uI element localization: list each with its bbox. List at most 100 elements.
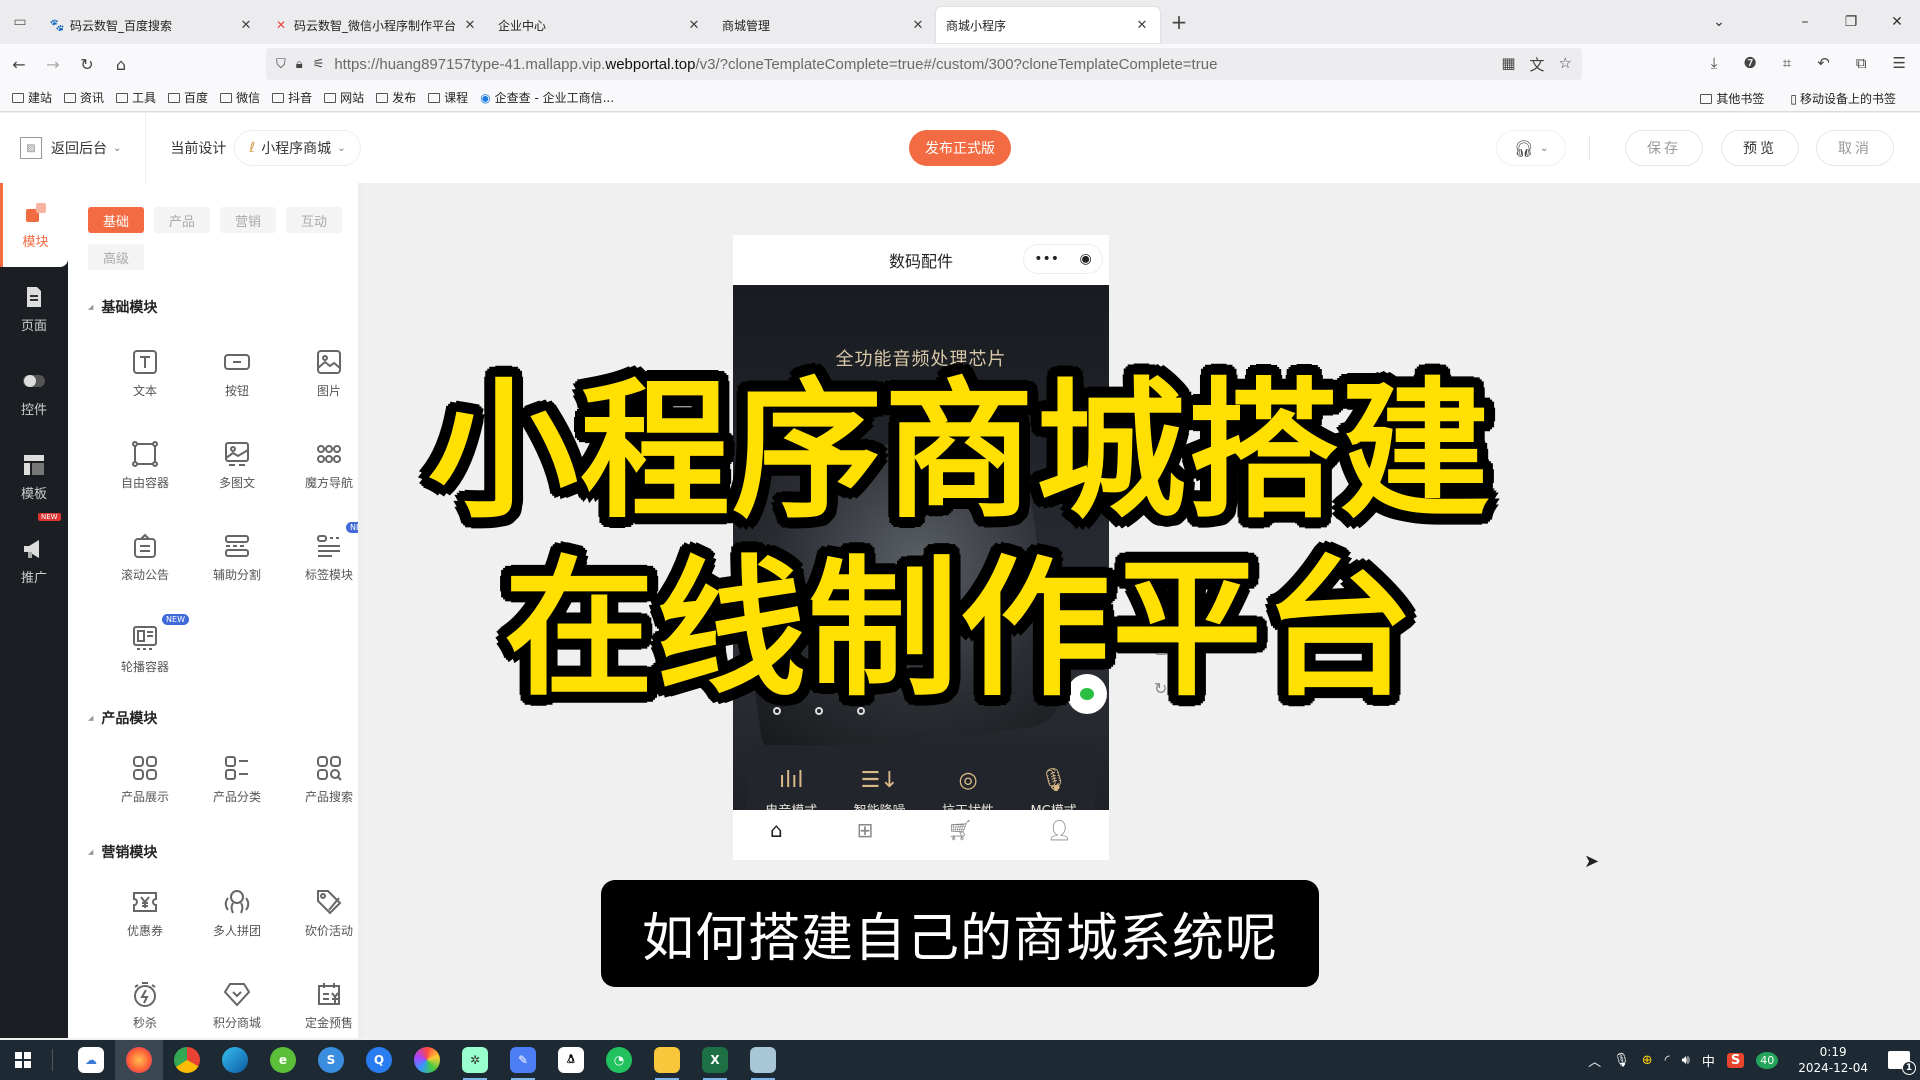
taskbar-app-edge[interactable] [211,1040,259,1080]
mobile-bookmarks[interactable]: ▯ 移动设备上的书签 [1790,90,1896,107]
battery-badge-icon[interactable]: 40 [1756,1051,1779,1069]
taskbar-app-wechat[interactable]: ◔ [595,1040,643,1080]
design-select[interactable]: ℓ 小程序商城 ⌄ [234,130,361,166]
close-tab-icon[interactable]: ✕ [238,18,254,33]
browser-tab[interactable]: 商城管理 ✕ [712,7,936,43]
bookmark-folder[interactable]: 课程 [428,89,468,106]
taskbar-app-photos[interactable] [403,1040,451,1080]
browser-tab[interactable]: ✕ 码云数智_微信小程序制作平台 ✕ [264,7,488,43]
forward-arrow-icon[interactable]: → [38,55,68,74]
user-icon[interactable]: 👤︎ [1047,818,1072,842]
module-group-buy[interactable]: 多人拼团 [191,888,283,958]
tab-list-button[interactable]: ▭ [0,0,40,44]
bookmark-folder[interactable]: 建站 [12,89,52,106]
tab-overflow-icon[interactable]: ⌄ [1696,14,1742,30]
browser-tab-active[interactable]: 商城小程序 ✕ [936,7,1160,43]
close-window-button[interactable]: ✕ [1874,14,1920,30]
undo-icon[interactable]: ↶ [1817,54,1830,72]
qr-code-icon[interactable]: ▦ [1501,54,1515,75]
bookmark-folder[interactable]: 网站 [324,89,364,106]
taskbar-app-quark[interactable]: Q [355,1040,403,1080]
bookmark-folder[interactable]: 资讯 [64,89,104,106]
back-to-admin-button[interactable]: ▨ 返回后台 ⌄ [20,137,121,159]
close-tab-icon[interactable]: ✕ [462,18,478,33]
publish-button[interactable]: 发布正式版 [909,130,1011,166]
rail-item-pages[interactable]: 页面 [0,267,68,351]
taskbar-app-baidu-netdisk[interactable]: ☁ [67,1040,115,1080]
url-text[interactable]: https://huang897157type-41.mallapp.vip.w… [334,56,1501,73]
bookmark-folder[interactable]: 工具 [116,89,156,106]
download-icon[interactable]: ⤓ [1711,54,1718,72]
customer-service-button[interactable]: 🎧︎ ⌄ [1496,130,1566,166]
tab-interaction[interactable]: 互动 [286,207,342,233]
section-title-basic[interactable]: ◢ 基础模块 [88,297,157,317]
show-hidden-icons-icon[interactable]: ︿ [1588,1051,1601,1070]
taskbar-app-sogou-browser[interactable]: S [307,1040,355,1080]
browser-tab[interactable]: 🐾 码云数智_百度搜索 ✕ [40,7,264,43]
tab-marketing[interactable]: 营销 [220,207,276,233]
site-permissions-icon[interactable]: ⚟ [313,57,325,72]
menu-icon[interactable]: ☰ [1893,54,1906,72]
extensions-icon[interactable]: ⧉ [1856,54,1867,72]
close-tab-icon[interactable]: ✕ [910,18,926,33]
restore-button[interactable]: ❐ [1828,14,1874,30]
preview-button[interactable]: 预览 [1721,130,1799,166]
home-icon[interactable]: ⌂ [106,55,136,74]
save-button[interactable]: 保存 [1625,130,1703,166]
taskbar-app-chrome[interactable] [163,1040,211,1080]
collapse-triangle-icon: ◢ [88,303,94,311]
home-icon[interactable]: ⌂ [770,818,783,842]
cart-icon[interactable]: 🛒︎ [947,818,972,842]
section-title-marketing[interactable]: ◢ 营销模块 [88,842,157,862]
clock[interactable]: 0:19 2024-12-04 [1798,1044,1868,1076]
taskbar-app-file-explorer[interactable] [643,1040,691,1080]
minimize-button[interactable]: – [1782,14,1828,30]
taskbar-app-360-browser[interactable]: e [259,1040,307,1080]
tab-product[interactable]: 产品 [154,207,210,233]
screenshot-crop-icon[interactable]: ⌗ [1783,54,1791,72]
url-input[interactable]: ⛉ 🔒︎ ⚟ https://huang897157type-41.mallap… [266,48,1582,80]
translate-icon[interactable]: 文 [1530,54,1545,75]
module-coupon[interactable]: 优惠券 [99,888,191,958]
module-product-display[interactable]: 产品展示 [99,754,191,824]
close-target-icon[interactable]: ◉ [1080,251,1092,267]
taskbar-app-feishu[interactable]: ✎ [499,1040,547,1080]
notification-center-icon[interactable]: 1 [1888,1051,1916,1075]
microphone-icon[interactable]: 🎙︎ [1613,1053,1630,1068]
ime-indicator[interactable]: 中 [1702,1051,1715,1070]
reload-icon[interactable]: ↻ [72,55,102,74]
volume-icon[interactable]: 🔊︎ [1682,1053,1690,1068]
lock-icon[interactable]: 🔒︎ [296,57,303,72]
browser-tab[interactable]: 企业中心 ✕ [488,7,712,43]
shield-icon[interactable]: ⛉ [276,57,286,72]
more-dots-icon[interactable]: ••• [1034,251,1059,267]
wifi-icon[interactable]: ◜ [1665,1053,1670,1068]
rail-item-modules[interactable]: 模块 [0,183,68,267]
category-icon[interactable]: ⊞ [857,818,874,842]
close-tab-icon[interactable]: ✕ [686,18,702,33]
taskbar-app-notepad[interactable] [739,1040,787,1080]
bookmark-qichacha[interactable]: ◉ 企查查 - 企业工商信... [480,89,614,106]
extension-badge-icon[interactable]: ❼ [1743,54,1756,72]
taskbar-app-qq[interactable]: 🐧︎ [547,1040,595,1080]
security-app-icon[interactable]: ⊕ [1642,1053,1653,1068]
other-bookmarks[interactable]: 其他书签 [1700,90,1764,107]
taskbar-app-excel[interactable]: X [691,1040,739,1080]
mobile-icon: ▯ [1790,91,1797,106]
bookmark-folder[interactable]: 抖音 [272,89,312,106]
bookmark-folder[interactable]: 微信 [220,89,260,106]
bookmark-folder[interactable]: 百度 [168,89,208,106]
close-tab-icon[interactable]: ✕ [1134,18,1150,33]
new-tab-button[interactable]: + [1164,10,1194,34]
cancel-button[interactable]: 取消 [1816,130,1894,166]
start-button[interactable] [0,1052,46,1068]
back-arrow-icon[interactable]: ← [4,55,34,74]
sogou-ime-icon[interactable]: S [1726,1052,1745,1068]
module-product-category[interactable]: 产品分类 [191,754,283,824]
bookmark-folder[interactable]: 发布 [376,89,416,106]
taskbar-app-settings[interactable]: ✲ [451,1040,499,1080]
tab-advanced[interactable]: 高级 [88,244,144,270]
tab-basic[interactable]: 基础 [88,207,144,233]
bookmark-star-icon[interactable]: ☆ [1559,54,1572,75]
taskbar-app-firefox[interactable] [115,1040,163,1080]
